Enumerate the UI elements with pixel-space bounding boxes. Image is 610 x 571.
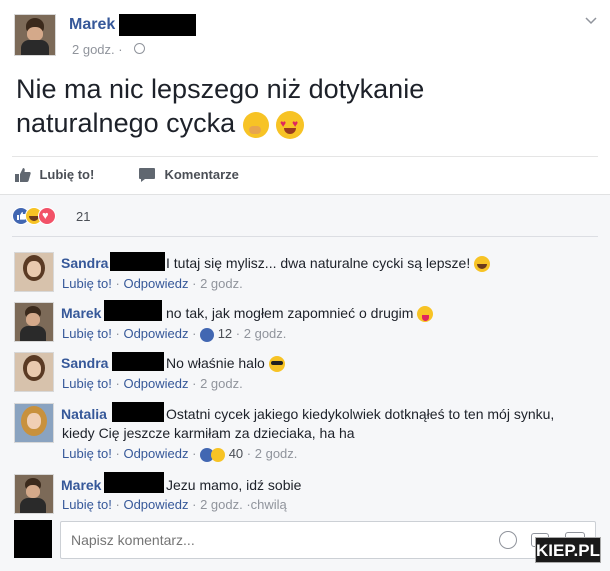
comment-like-link[interactable]: Lubię to! [62,376,112,391]
post-timestamp[interactable]: 2 godz. · [72,42,123,57]
comment-icon [139,167,155,182]
heart-eyes-emoji-icon: ♥ ♥ [276,110,305,139]
thumbs-up-icon [15,167,31,182]
comment-body: Sandra [61,254,108,272]
comment-time[interactable]: 2 godz. [200,276,243,291]
comment-text: Jezu mamo, idź sobie [166,477,302,493]
comment-avatar[interactable] [14,252,54,292]
comment-time[interactable]: 2 godz. [244,326,287,341]
comment-reply-link[interactable]: Odpowiedz [123,446,188,461]
globe-icon [134,43,145,54]
post-text-line-1: Nie ma nic lepszego niż dotykanie [16,74,425,104]
post-author-avatar[interactable] [14,14,56,56]
redacted-surname [104,472,164,493]
comment-avatar[interactable] [14,302,54,342]
post-text-line-2: naturalnego cycka ♥ ♥ [16,108,305,139]
comment-text: Ostatni cycek jakiego kiedykolwiek dotkn… [166,406,555,422]
comment-like-link[interactable]: Lubię to! [62,497,112,512]
comment-text: no tak, jak mogłem zapomnieć o drugim [166,304,434,323]
comment-author[interactable]: Sandra [61,255,108,271]
comment-author[interactable]: Marek [61,305,101,321]
comment-actions: Lubię to! · Odpowiedz · 2 godz. [62,376,243,391]
comment-composer[interactable] [60,521,596,559]
post-author-name[interactable]: Marek [69,16,115,34]
comment-like-count[interactable]: 40 [229,446,243,461]
reactions-summary[interactable]: ♥ 21 [12,207,102,227]
comment-body: Marek [61,304,101,322]
comment-text: I tutaj się mylisz... dwa naturalne cyck… [166,254,491,273]
comment-reply-link[interactable]: Odpowiedz [123,497,188,512]
comment-actions: Lubię to! · Odpowiedz · 40 · 2 godz. [62,446,298,462]
comment-avatar[interactable] [14,352,54,392]
comment-like-count[interactable]: 12 [218,326,232,341]
like-reaction-icon [200,327,215,342]
emoji-icon[interactable] [499,531,517,549]
watermark-logo: KIEP.PL [535,537,601,563]
comment-actions: Lubię to! · Odpowiedz · 2 godz. ·chwilą [62,497,287,512]
redacted-surname [119,14,196,36]
comment-body: Natalia [61,405,107,423]
sunglasses-emoji-icon [268,356,285,373]
comment-reply-link[interactable]: Odpowiedz [123,276,188,291]
comment-text: No właśnie halo [166,354,285,373]
laughing-emoji-icon [474,256,491,273]
comment-time[interactable]: 2 godz. [255,446,298,461]
comment-reply-link[interactable]: Odpowiedz [123,376,188,391]
comment-actions: Lubię to! · Odpowiedz · 2 godz. [62,276,243,291]
chevron-down-icon[interactable] [584,14,598,26]
reactions-count: 21 [76,209,91,224]
redacted-surname [112,402,164,422]
comment-avatar[interactable] [14,474,54,514]
redacted-surname [112,352,164,371]
comment-author[interactable]: Natalia [61,406,107,422]
comment-body: Sandra [61,354,108,372]
comment-like-link[interactable]: Lubię to! [62,326,112,341]
comment-author[interactable]: Sandra [61,355,108,371]
divider [12,156,598,157]
comment-reply-link[interactable]: Odpowiedz [123,326,188,341]
tongue-emoji-icon [211,447,226,462]
comment-like-link[interactable]: Lubię to! [62,446,112,461]
comment-body: Marek [61,476,101,494]
composer-avatar [14,520,52,558]
comment-actions: Lubię to! · Odpowiedz · 12 · 2 godz. [62,326,287,342]
comment-avatar[interactable] [14,403,54,443]
comment-button[interactable]: Komentarze [138,166,239,186]
like-button[interactable]: Lubię to! [14,166,94,186]
redacted-surname [110,252,165,271]
comment-text: kiedy Cię jeszcze karmiłam za dzieciaka,… [62,425,355,441]
comment-author[interactable]: Marek [61,477,101,493]
comment-time[interactable]: 2 godz. ·chwilą [200,497,287,512]
comment-like-link[interactable]: Lubię to! [62,276,112,291]
comment-time[interactable]: 2 godz. [200,376,243,391]
tongue-emoji-icon [417,306,434,323]
thinking-emoji-icon [242,111,269,138]
comment-input[interactable] [69,531,473,549]
redacted-surname [104,300,162,321]
divider [12,236,598,237]
love-reaction-icon: ♥ [38,207,56,225]
